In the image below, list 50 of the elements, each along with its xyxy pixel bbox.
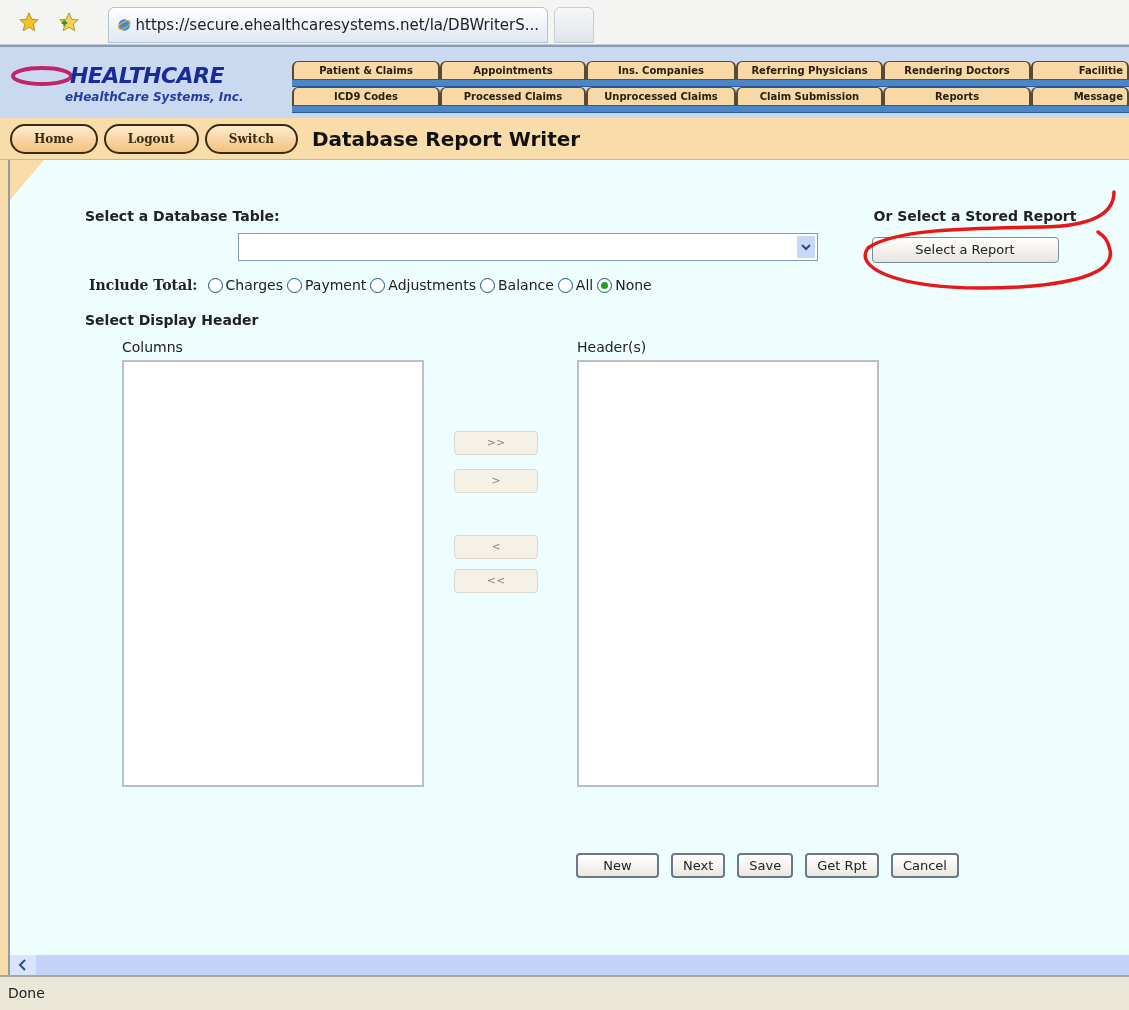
radio-option[interactable]: Payment	[287, 275, 367, 296]
radio-button[interactable]	[370, 278, 386, 293]
nav-tab[interactable]: Patient & Claims	[292, 61, 440, 79]
stored-report-label: Or Select a Stored Report	[873, 207, 1077, 226]
nav-button[interactable]: Switch	[204, 123, 298, 154]
table-label: Select a Database Table:	[85, 207, 281, 226]
action-button[interactable]: Next	[671, 853, 726, 878]
action-button[interactable]: Cancel	[890, 853, 959, 878]
add-favorite-icon[interactable]	[58, 11, 80, 33]
headers-label: Header(s)	[577, 338, 648, 357]
radio-option[interactable]: Adjustments	[370, 275, 476, 296]
action-button[interactable]: Save	[737, 853, 794, 878]
radio-button[interactable]	[287, 278, 303, 293]
radio-button[interactable]	[597, 278, 613, 293]
radio-button[interactable]	[557, 278, 573, 293]
nav-tab[interactable]: Processed Claims	[440, 87, 586, 105]
radio-option[interactable]: All	[557, 275, 594, 296]
logo-subtitle: eHealthCare Systems, Inc.	[64, 89, 245, 106]
table-select[interactable]	[238, 233, 818, 261]
display-header-label: Select Display Header	[85, 311, 260, 330]
action-button[interactable]: New	[576, 853, 659, 878]
columns-label: Columns	[122, 338, 184, 357]
select-report-button[interactable]: Select a Report	[871, 237, 1059, 263]
nav-tab[interactable]: Reports	[883, 87, 1031, 105]
action-button[interactable]: Get Rpt	[805, 853, 879, 878]
radio-option[interactable]: Charges	[207, 275, 284, 296]
tab-title: https://secure.ehealthcaresystems.net/la/DBWriterS...	[135, 14, 539, 36]
nav-tab[interactable]: Rendering Doctors	[883, 61, 1031, 79]
nav-tab[interactable]: Appointments	[440, 61, 586, 79]
status-text: Done	[8, 984, 45, 1003]
nav-tab[interactable]: ICD9 Codes	[292, 87, 440, 105]
logo-wordmark: HEALTHCARE	[70, 62, 224, 90]
nav-button[interactable]: Logout	[103, 123, 199, 154]
nav-tab[interactable]: Ins. Companies	[586, 61, 736, 79]
include-total-label: Include Total:	[89, 276, 198, 295]
star-icon[interactable]	[18, 11, 40, 33]
globe-e-icon	[117, 16, 132, 34]
nav-tab[interactable]: Message	[1031, 87, 1129, 105]
nav-tab[interactable]: Facilitie	[1031, 61, 1129, 79]
radio-button[interactable]	[480, 278, 495, 293]
radio-button[interactable]	[207, 278, 223, 293]
browser-tab[interactable]: https://secure.ehealthcaresystems.net/la/DBWriterS...	[108, 7, 548, 43]
scroll-left-icon[interactable]	[10, 955, 36, 975]
nav-tab[interactable]: Unprocessed Claims	[586, 87, 736, 105]
nav-tab[interactable]: Referring Physicians	[736, 61, 883, 79]
nav-button[interactable]: Home	[10, 123, 98, 154]
page-title: Database Report Writer	[311, 125, 581, 153]
nav-tab[interactable]: Claim Submission	[736, 87, 883, 105]
radio-option[interactable]: Balance	[480, 275, 554, 296]
radio-option[interactable]: None	[597, 275, 652, 296]
